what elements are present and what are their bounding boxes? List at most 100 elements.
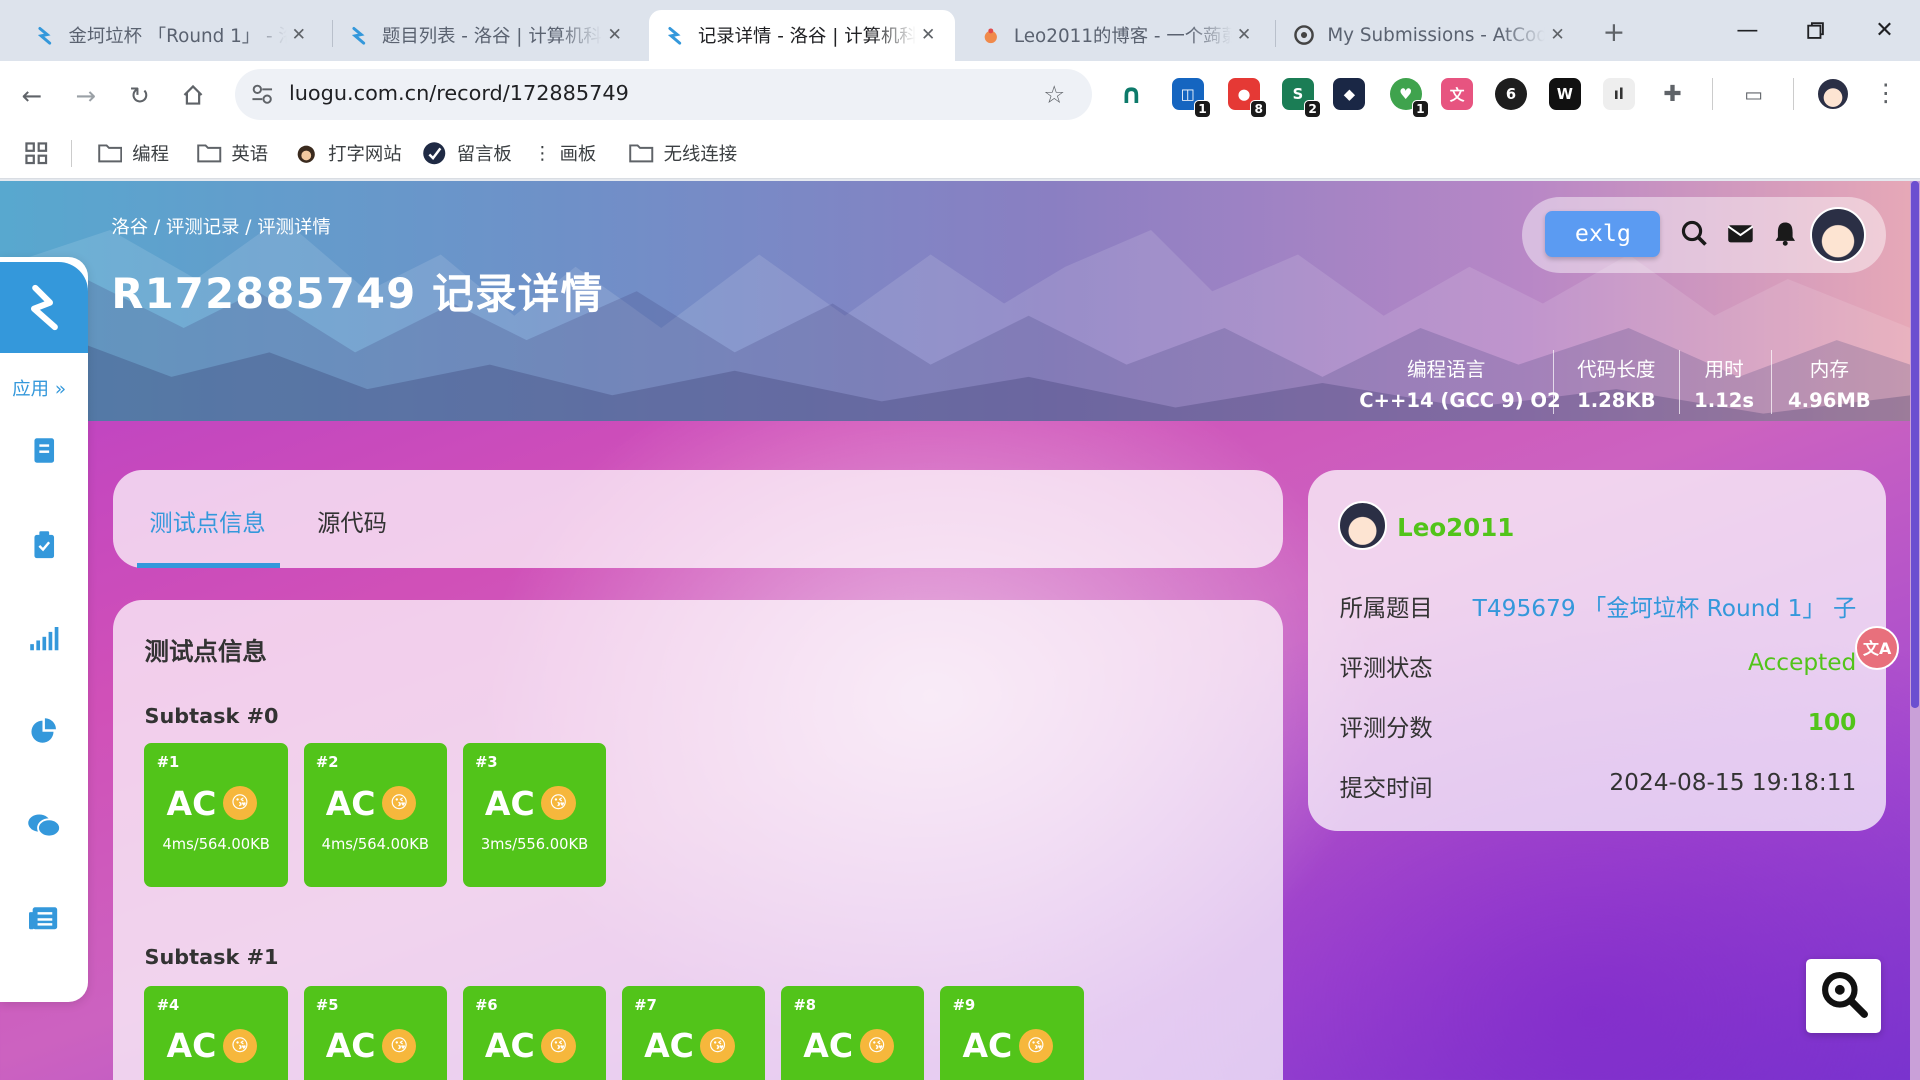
bookmark-folder[interactable]: 编程 (98, 138, 169, 167)
browser-tab-4[interactable]: Leo2011的博客 - 一个蒟蒻 ✕ (965, 10, 1271, 61)
submit-time-value: 2024-08-15 19:18:11 (1609, 768, 1857, 796)
search-tabs-icon[interactable]: ▭ (1738, 78, 1770, 110)
bell-icon[interactable] (1767, 216, 1804, 253)
testcase-card[interactable]: #6 AC 😘 (462, 985, 607, 1080)
bookmark-folder[interactable]: 无线连接 (629, 138, 737, 167)
minimize-button[interactable]: — (1719, 12, 1775, 49)
newspaper-icon (29, 906, 58, 935)
new-tab-button[interactable]: + (1597, 17, 1631, 48)
testcase-card[interactable]: #7 AC 😘 (622, 985, 766, 1080)
breadcrumb[interactable]: 洛谷 / 评测记录 / 评测详情 (111, 213, 330, 239)
book-icon (32, 437, 56, 469)
submitter-avatar[interactable] (1338, 500, 1388, 550)
luogu-logo[interactable] (0, 262, 89, 353)
search-icon[interactable] (1676, 216, 1713, 253)
back-button[interactable]: ← (10, 73, 54, 117)
extension-icon[interactable]: S2 (1282, 78, 1322, 118)
restore-button[interactable] (1788, 12, 1844, 49)
extension-icon[interactable]: ◆ (1333, 78, 1366, 111)
extension-icon[interactable]: 6 (1495, 78, 1527, 111)
browser-tab-5[interactable]: My Submissions - AtCoder ✕ (1278, 10, 1584, 61)
bookmark-link[interactable]: 打字网站 (294, 138, 402, 167)
sidebar-apps-toggle[interactable]: 应用 » (12, 375, 66, 401)
window-close-button[interactable]: ✕ (1856, 12, 1912, 49)
record-tabs (112, 470, 1284, 569)
translate-extension-icon[interactable]: 文 (1441, 78, 1474, 111)
info-label: 评测状态 (1339, 654, 1433, 682)
close-icon[interactable]: ✕ (916, 25, 940, 45)
magnifier-float-button[interactable] (1806, 958, 1881, 1034)
luogu-icon (664, 24, 686, 46)
extension-icon[interactable]: W (1548, 78, 1581, 111)
sidebar-item-discuss[interactable] (24, 808, 63, 847)
double-chevron-right-icon: » (54, 378, 67, 400)
extension-icon[interactable]: ıl (1602, 78, 1635, 111)
section-title: 测试点信息 (144, 637, 267, 667)
sidebar-item-records[interactable] (24, 622, 63, 661)
testcase-card[interactable]: #9 AC 😘 (940, 985, 1084, 1080)
user-avatar[interactable] (1809, 206, 1867, 264)
score-value: 100 (1807, 708, 1857, 736)
testcase-card[interactable]: #2 AC 😘 4ms/564.00KB (303, 743, 447, 887)
tab-divider (1274, 19, 1276, 47)
bookmark-link[interactable]: 留言板 (422, 138, 512, 167)
sidebar-item-tasks[interactable] (24, 528, 63, 567)
kiss-emoji-icon: 😘 (541, 786, 576, 821)
extension-icon[interactable]: ● 8 (1228, 78, 1268, 118)
menu-kebab-icon[interactable]: ⋮ (1873, 78, 1897, 107)
url-text[interactable]: luogu.com.cn/record/172885749 (289, 81, 629, 105)
kiss-emoji-icon: 😘 (222, 1028, 258, 1063)
sidebar-item-ranking[interactable] (24, 715, 63, 754)
site-info-icon[interactable] (250, 82, 274, 111)
stat-code-length: 代码长度 1.28KB (1577, 357, 1656, 412)
stat-divider (1552, 350, 1554, 414)
tab-testcases[interactable]: 测试点信息 (149, 504, 265, 538)
apps-grid-icon[interactable] (24, 138, 48, 167)
typing-site-icon (294, 142, 318, 164)
close-icon[interactable]: ✕ (287, 25, 311, 45)
close-icon[interactable]: ✕ (602, 25, 626, 45)
sidebar-item-news[interactable] (24, 901, 63, 940)
problem-link[interactable]: T495679 「金坷垃杯 Round 1」 子 (1457, 589, 1857, 623)
testcase-card[interactable]: #4 AC 😘 (144, 985, 288, 1080)
testcase-card[interactable]: #5 AC 😘 (303, 985, 447, 1080)
scrollbar-thumb[interactable] (1911, 181, 1919, 708)
mail-icon[interactable] (1722, 216, 1759, 253)
pie-chart-icon (29, 717, 58, 751)
info-label: 评测分数 (1339, 714, 1433, 742)
extension-icon[interactable]: ♥ 1 (1389, 78, 1429, 118)
browser-tab-2[interactable]: 题目列表 - 洛谷 | 计算机科学教育新生态 ✕ (333, 10, 642, 61)
bookmark-link[interactable]: ⋮ 画板 (533, 138, 596, 167)
submitter-name[interactable]: Leo2011 (1397, 513, 1514, 542)
tab-title: 记录详情 - 洛谷 | 计算机科学教育新生态 (697, 26, 916, 48)
close-icon[interactable]: ✕ (1545, 25, 1569, 45)
active-tab-indicator (137, 563, 281, 569)
browser-tab-3-active[interactable]: 记录详情 - 洛谷 | 计算机科学教育新生态 ✕ (648, 9, 956, 62)
address-bar[interactable]: luogu.com.cn/record/172885749 ☆ (235, 68, 1093, 120)
exlg-button[interactable]: exlg (1545, 210, 1661, 258)
folder-icon (98, 142, 123, 164)
tab-title: 题目列表 - 洛谷 | 计算机科学教育新生态 (382, 26, 602, 48)
tab-title: 金坷垃杯 「Round 1」 - 洛谷 (68, 26, 287, 48)
browser-tab-1[interactable]: 金坷垃杯 「Round 1」 - 洛谷 ✕ (20, 10, 326, 61)
extension-icon[interactable]: ∩ (1116, 78, 1148, 110)
page-scrollbar[interactable] (1910, 181, 1920, 1080)
extensions-puzzle-icon[interactable]: ✚ (1657, 78, 1689, 110)
testcase-card[interactable]: #8 AC 😘 (781, 985, 925, 1080)
atcoder-icon (1293, 24, 1315, 46)
kiss-emoji-icon: 😘 (700, 1028, 735, 1063)
reload-button[interactable]: ↻ (118, 73, 162, 117)
forward-button[interactable]: → (64, 73, 108, 117)
info-label: 所属题目 (1339, 594, 1433, 622)
testcase-card[interactable]: #3 AC 😘 3ms/556.00KB (462, 743, 607, 887)
extension-icon[interactable]: ◫ 1 (1171, 78, 1212, 118)
kiss-emoji-icon: 😘 (222, 786, 258, 821)
close-icon[interactable]: ✕ (1232, 25, 1256, 45)
bookmark-folder[interactable]: 英语 (197, 138, 268, 167)
testcase-card[interactable]: #1 AC 😘 4ms/564.00KB (144, 743, 288, 887)
sidebar-item-problems[interactable] (24, 433, 63, 472)
tab-source-code[interactable]: 源代码 (317, 504, 387, 538)
home-button[interactable] (171, 73, 215, 117)
bookmark-star-icon[interactable]: ☆ (1043, 80, 1065, 109)
translate-float-icon[interactable]: 文A (1855, 625, 1900, 670)
